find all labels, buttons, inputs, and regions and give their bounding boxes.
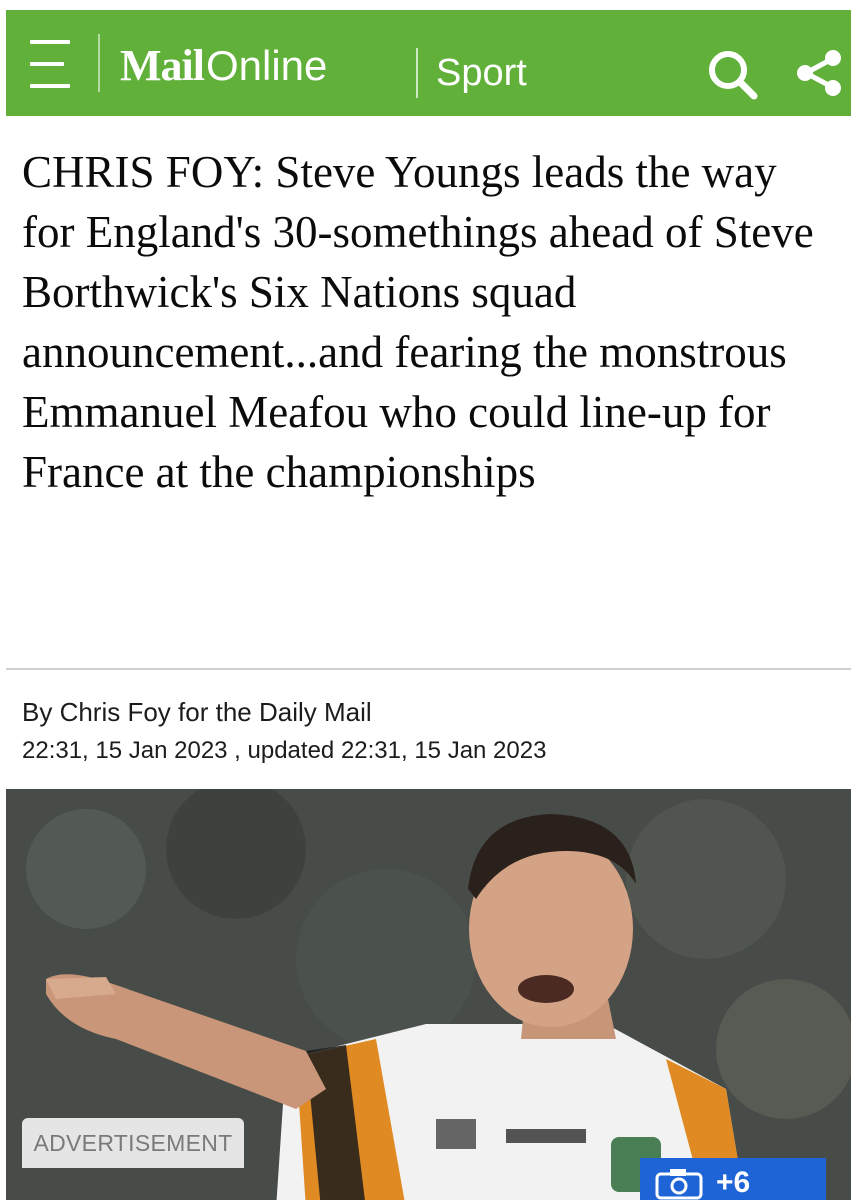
site-logo[interactable]: Mail Online	[120, 44, 327, 96]
publish-timestamp: 22:31, 15 Jan 2023 , updated 22:31, 15 J…	[22, 737, 547, 764]
gallery-count: +6	[716, 1166, 751, 1199]
author-byline[interactable]: By Chris Foy for the Daily Mail	[22, 696, 372, 728]
logo-online-text: Online	[205, 42, 328, 89]
menu-icon-line	[30, 62, 64, 66]
header-divider	[98, 34, 100, 92]
article-headline: CHRIS FOY: Steve Youngs leads the way fo…	[22, 147, 814, 497]
menu-icon-line	[30, 40, 70, 44]
photo-gallery-button[interactable]: +6	[640, 1158, 826, 1200]
menu-button[interactable]	[30, 40, 74, 88]
top-bar: Mail Online Sport	[6, 10, 851, 116]
share-button[interactable]	[794, 48, 844, 98]
search-icon	[709, 51, 758, 100]
section-label[interactable]: Sport	[436, 54, 527, 92]
search-button[interactable]	[706, 48, 760, 102]
divider-rule	[6, 668, 851, 670]
advertisement-label: ADVERTISEMENT	[22, 1118, 244, 1168]
menu-icon-line	[30, 84, 70, 88]
logo-mail-text: Mail	[120, 41, 205, 90]
camera-icon	[655, 1169, 703, 1200]
article-page: Mail Online Sport CHRIS FOY: Steve Young…	[0, 0, 857, 1200]
share-icon	[797, 50, 841, 96]
logo-section-divider	[416, 48, 418, 98]
